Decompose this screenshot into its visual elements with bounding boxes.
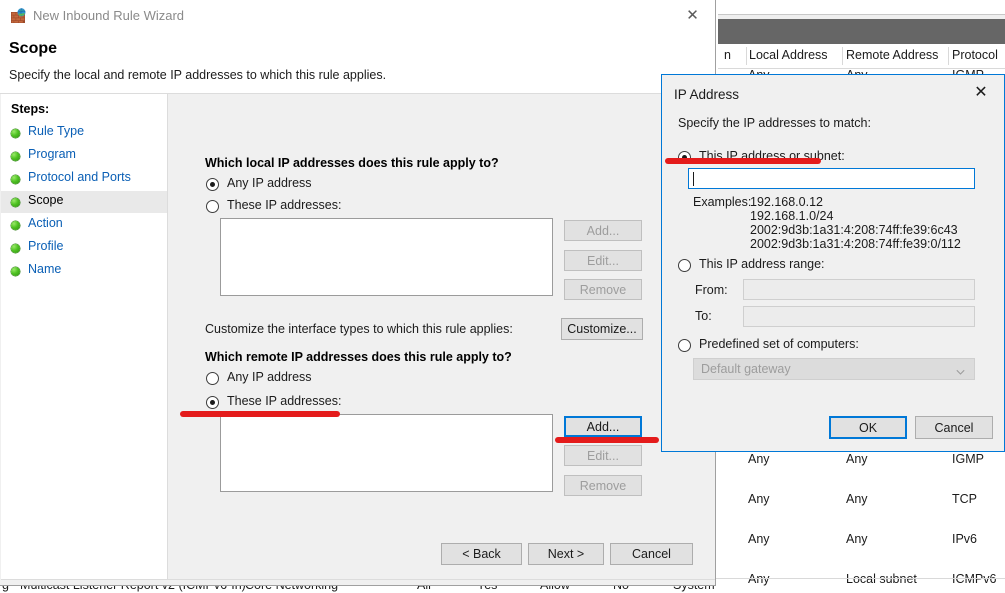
example-ipv6-cidr: 2002:9d3b:1a31:4:208:74ff:fe39:0/112 bbox=[750, 237, 961, 251]
cell-remote-address: Any bbox=[846, 452, 868, 466]
cell-protocol: TCP bbox=[952, 492, 977, 506]
cancel-button[interactable]: Cancel bbox=[610, 543, 693, 565]
table-row[interactable]: Any Any TCP bbox=[718, 492, 1005, 512]
range-radio-label: This IP address range: bbox=[699, 257, 825, 271]
console-header-band bbox=[718, 19, 1005, 44]
dialog-title: IP Address bbox=[674, 87, 740, 102]
example-ipv4-cidr: 192.168.1.0/24 bbox=[750, 209, 834, 223]
cell-local-address: Any bbox=[748, 492, 770, 506]
example-ipv4: 192.168.0.12 bbox=[750, 195, 823, 209]
ok-button[interactable]: OK bbox=[829, 416, 907, 439]
table-row[interactable]: Any Any IPv6 bbox=[718, 532, 1005, 552]
cell-local-address: Any bbox=[748, 532, 770, 546]
cell-protocol: IPv6 bbox=[952, 532, 978, 546]
rules-table-body-lower: Any Any IGMP Any Any TCP Any Any IPv6 An… bbox=[718, 452, 1005, 593]
example-ipv6: 2002:9d3b:1a31:4:208:74ff:fe39:6c43 bbox=[750, 223, 958, 237]
ip-address-dialog: IP Address ✕ Specify the IP addresses to… bbox=[661, 74, 1005, 452]
to-label: To: bbox=[695, 309, 712, 323]
annotation-subnet-underline bbox=[665, 158, 821, 164]
dialog-subtitle: Specify the IP addresses to match: bbox=[678, 116, 871, 130]
chevron-down-icon bbox=[956, 366, 965, 375]
column-header-local-address[interactable]: Local Address bbox=[749, 48, 828, 62]
wizard-footer: < Back Next > Cancel bbox=[0, 0, 715, 586]
table-row[interactable]: Any Any IGMP bbox=[718, 452, 1005, 472]
radio-indicator bbox=[678, 259, 691, 272]
radio-indicator bbox=[678, 339, 691, 352]
dialog-cancel-button[interactable]: Cancel bbox=[915, 416, 993, 439]
cell-remote-address: Any bbox=[846, 532, 868, 546]
close-icon[interactable]: ✕ bbox=[960, 77, 1002, 105]
predefined-set-value: Default gateway bbox=[701, 362, 791, 376]
rules-table-header: n Local Address Remote Address Protocol bbox=[718, 44, 1005, 69]
next-button[interactable]: Next > bbox=[528, 543, 604, 565]
cell-remote-address: Any bbox=[846, 492, 868, 506]
column-header-remote-address[interactable]: Remote Address bbox=[846, 48, 938, 62]
from-label: From: bbox=[695, 283, 728, 297]
predefined-radio-label: Predefined set of computers: bbox=[699, 337, 859, 351]
new-inbound-rule-wizard: New Inbound Rule Wizard ✕ Scope Specify … bbox=[0, 0, 716, 586]
subnet-input[interactable] bbox=[688, 168, 975, 189]
examples-label: Examples: bbox=[693, 195, 752, 209]
column-header-protocol[interactable]: Protocol bbox=[952, 48, 998, 62]
cell-protocol: IGMP bbox=[952, 452, 984, 466]
cell-local-address: Any bbox=[748, 452, 770, 466]
to-input[interactable] bbox=[743, 306, 975, 327]
annotation-remote-add-underline bbox=[555, 437, 659, 443]
predefined-set-select[interactable]: Default gateway bbox=[693, 358, 975, 380]
annotation-remote-these-underline bbox=[180, 411, 340, 417]
text-caret bbox=[693, 172, 694, 186]
back-button[interactable]: < Back bbox=[441, 543, 522, 565]
column-header-name-truncated[interactable]: n bbox=[724, 48, 731, 62]
from-input[interactable] bbox=[743, 279, 975, 300]
